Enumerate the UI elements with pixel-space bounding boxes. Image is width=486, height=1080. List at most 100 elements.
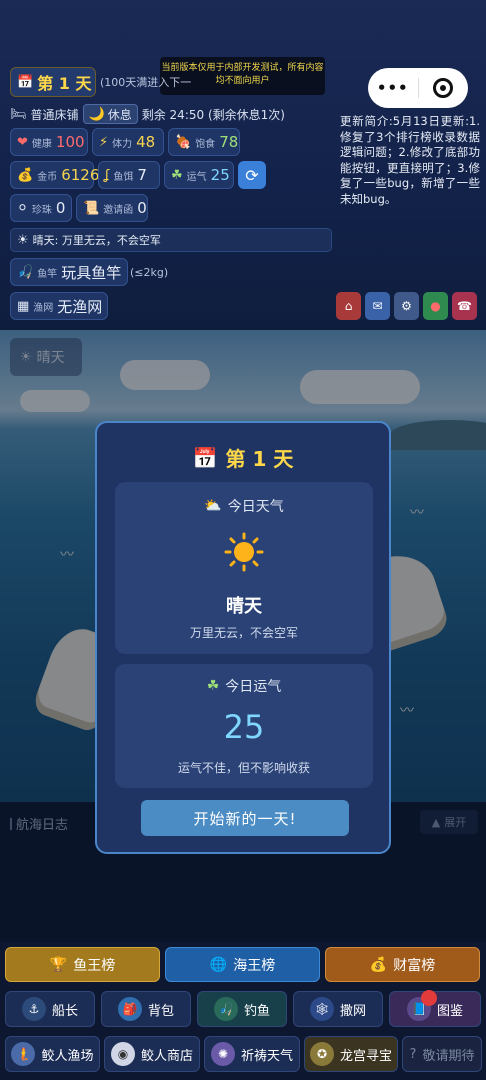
nav-pray-weather-button[interactable]: ✺ 祈祷天气 (204, 1036, 300, 1072)
gear-icon: ⚙ (401, 299, 412, 313)
rank-label: 鱼王榜 (73, 957, 116, 974)
stamina-stat: ⚡ 体力 48 (92, 128, 164, 156)
net-label: 渔网 (33, 302, 54, 314)
nav-fishing-button[interactable]: 🎣 钓鱼 (197, 991, 287, 1027)
rod-limit: (≤2kg) (130, 266, 169, 279)
weather-summary-text: 晴天: 万里无云，不会空军 (32, 234, 161, 247)
refresh-icon: ⟳ (245, 165, 259, 185)
new-day-modal: 📅 第 1 天 ⛅ 今日天气 晴天 万里无云，不会空军 ☘ 今日运气 25 运气… (95, 421, 391, 854)
sun-cloud-icon: ⛅ (204, 498, 222, 514)
weather-description: 万里无云，不会空军 (189, 626, 298, 640)
phone-button[interactable]: ☎ (452, 292, 477, 320)
day-note: (100天满进入下一 (100, 76, 192, 89)
net-icon: ▦ (17, 298, 30, 314)
heart-icon: ❤ (17, 134, 28, 150)
nav-dragon-palace-button[interactable]: ✪ 龙宫寻宝 (304, 1036, 398, 1072)
pearl-label: 珍珠 (31, 204, 52, 216)
bed-label: 普通床铺 (30, 107, 79, 122)
compass-icon: ✪ (309, 1042, 334, 1066)
pearl-icon: ◉ (110, 1042, 135, 1066)
day-label: 第 1 天 (37, 74, 92, 93)
fishing-rod-icon: 🎣 (17, 264, 34, 280)
scroll-icon: 📜 (83, 200, 100, 216)
nav-label: 龙宫寻宝 (339, 1048, 392, 1064)
nav-label: 祈祷天气 (240, 1048, 293, 1064)
bed-icon: 🛏 (10, 106, 27, 122)
pin-button[interactable]: ● (423, 292, 448, 320)
invite-label: 邀请函 (103, 204, 134, 216)
rank-wealth-button[interactable]: 💰 财富榜 (325, 947, 480, 982)
backpack-icon: 🎒 (117, 997, 142, 1021)
start-new-day-button[interactable]: 开始新的一天! (141, 800, 349, 836)
pray-icon: ✺ (210, 1042, 235, 1066)
invite-stat: 📜 邀请函 0 (76, 194, 148, 222)
nav-mermaid-fishery-button[interactable]: 🧜 鲛人渔场 (5, 1036, 100, 1072)
gold-stat: 💰 金币 6126 (10, 161, 99, 189)
update-notes: 更新简介:5月13日更新:1.修复了3个排行榜收录数据逻辑问题；2.修改了底部功… (340, 114, 480, 206)
health-label: 健康 (31, 138, 52, 150)
modal-title-text: 第 1 天 (225, 447, 294, 471)
luck-description: 运气不佳，但不影响收获 (177, 761, 310, 775)
calendar-icon: 📅 (192, 445, 218, 470)
nav-label: 撒网 (339, 1003, 366, 1019)
nav-cast-net-button[interactable]: 🕸 撒网 (293, 991, 383, 1027)
nav-label: 背包 (147, 1003, 174, 1019)
weather-card-title: 今日天气 (227, 499, 284, 515)
luck-value: 25 (210, 166, 230, 184)
mail-button[interactable]: ✉ (365, 292, 390, 320)
rest-button[interactable]: 🌙 休息 (82, 104, 138, 124)
net-name: 无渔网 (57, 297, 103, 316)
money-bag-icon: 💰 (369, 956, 388, 973)
clover-icon: ☘ (206, 678, 220, 694)
rank-label: 财富榜 (393, 957, 436, 974)
settings-button[interactable]: ⚙ (394, 292, 419, 320)
nav-label: 鲛人商店 (140, 1048, 193, 1064)
phone-icon: ☎ (457, 299, 472, 313)
captain-icon: ⚓ (21, 997, 46, 1021)
weather-card-head: ⛅ 今日天气 (115, 496, 373, 516)
gold-label: 金币 (37, 171, 58, 183)
pin-icon: ● (430, 299, 441, 313)
luck-card-title: 今日运气 (225, 679, 282, 695)
more-menu-button[interactable]: ••• (368, 79, 418, 97)
home-button[interactable]: ⌂ (336, 292, 361, 320)
nav-captain-button[interactable]: ⚓ 船长 (5, 991, 95, 1027)
rest-remaining: 剩余 24:50 (剩余休息1次) (141, 107, 285, 122)
mini-program-capsule: ••• (368, 68, 468, 108)
tool-buttons: ⌂ ✉ ⚙ ● ☎ (336, 292, 477, 320)
moon-icon: 🌙 (88, 106, 105, 122)
nav-label: 鲛人渔场 (41, 1048, 94, 1064)
nav-backpack-button[interactable]: 🎒 背包 (101, 991, 191, 1027)
luck-label: 运气 (186, 171, 207, 183)
rod-equip: 🎣 鱼竿 玩具鱼竿 (10, 258, 128, 286)
nav-mermaid-shop-button[interactable]: ◉ 鲛人商店 (104, 1036, 200, 1072)
day-counter: 📅 第 1 天 (10, 67, 96, 97)
bait-value: 7 (137, 166, 147, 184)
notification-dot (421, 990, 437, 1006)
rank-label: 海王榜 (233, 957, 276, 974)
rod-label: 鱼竿 (37, 268, 58, 280)
bed-row: 🛏 普通床铺 🌙 休息 剩余 24:50 (剩余休息1次) (10, 104, 285, 124)
nav-label: 船长 (51, 1003, 78, 1019)
nav-label: 钓鱼 (243, 1003, 270, 1019)
trophy-icon: 🏆 (49, 956, 68, 973)
refresh-button[interactable]: ⟳ (238, 161, 266, 189)
satiety-label: 饱食 (195, 138, 216, 150)
sun-icon (224, 532, 264, 572)
question-icon: ? (409, 1046, 417, 1062)
weather-card: ⛅ 今日天气 晴天 万里无云，不会空军 (115, 482, 373, 654)
lightning-icon: ⚡ (99, 134, 109, 150)
mailbox-icon: ✉ (372, 299, 383, 313)
close-mini-program-button[interactable] (418, 78, 468, 98)
invite-value: 0 (137, 199, 147, 217)
rank-fish-king-button[interactable]: 🏆 鱼王榜 (5, 947, 160, 982)
nav-coming-soon-button[interactable]: ? 敬请期待 (402, 1036, 482, 1072)
rank-sea-king-button[interactable]: 🌐 海王榜 (165, 947, 320, 982)
rod-name: 玩具鱼竿 (61, 263, 122, 282)
target-icon (433, 78, 454, 98)
gold-value: 6126 (61, 166, 100, 184)
mermaid-icon: 🧜 (11, 1042, 36, 1066)
health-stat: ❤ 健康 100 (10, 128, 88, 156)
luck-card-head: ☘ 今日运气 (115, 676, 373, 696)
stamina-value: 48 (136, 133, 156, 151)
